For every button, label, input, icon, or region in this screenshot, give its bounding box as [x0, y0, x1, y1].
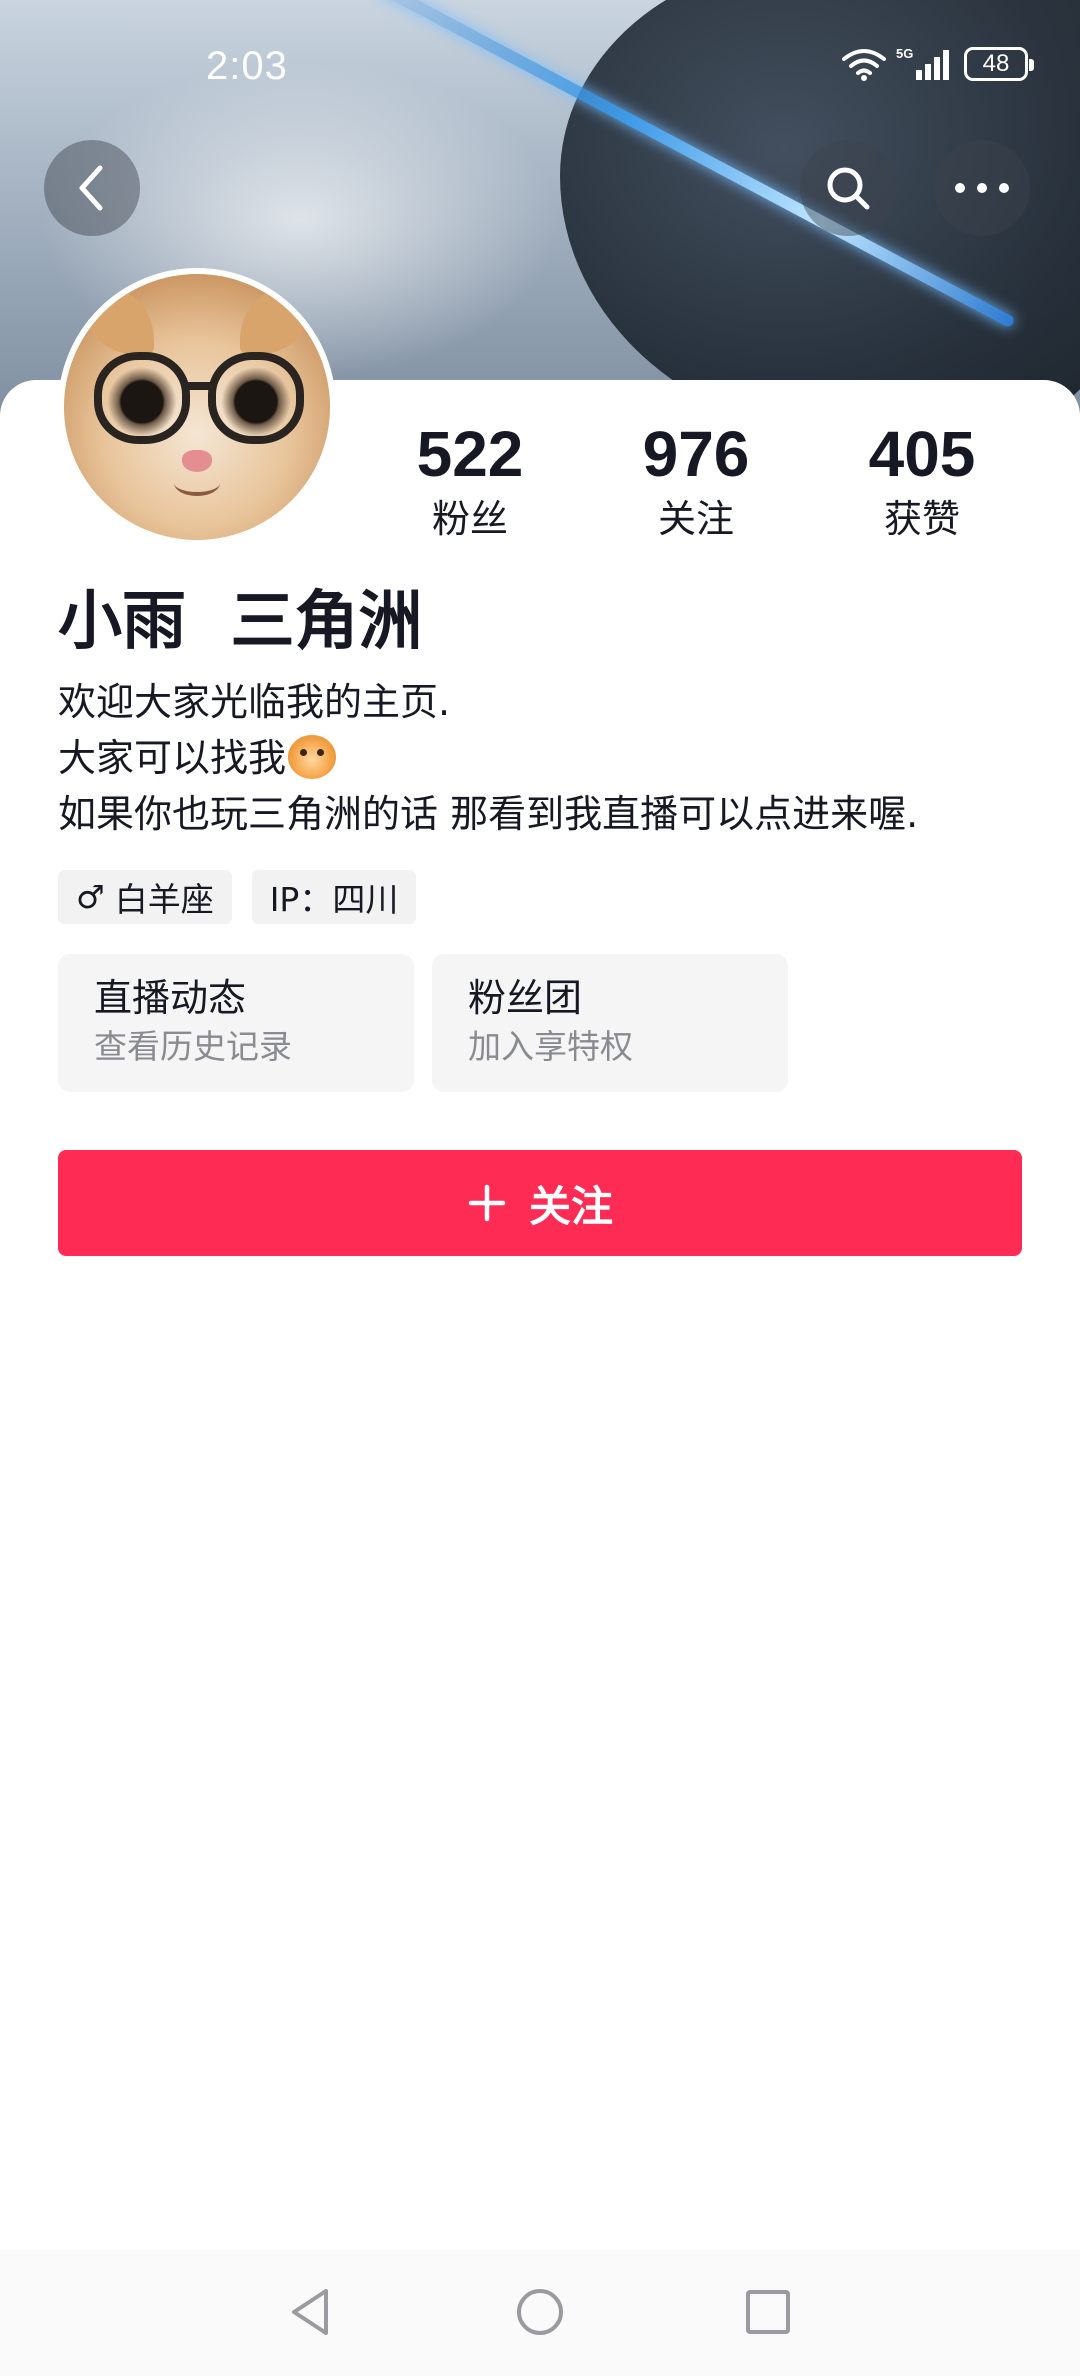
bio-text: 大家可以找我	[58, 736, 287, 780]
male-icon: ♂	[76, 878, 105, 916]
stat-value: 976	[642, 418, 750, 490]
entry-subtitle: 加入享特权	[468, 1027, 633, 1066]
stat-label: 获赞	[883, 497, 960, 541]
entry-subtitle: 查看历史记录	[94, 1027, 292, 1066]
tag-ip-location: IP：四川	[251, 870, 417, 924]
nav-home-button[interactable]	[500, 2272, 580, 2352]
status-icons: 5G 48	[842, 46, 1034, 82]
stat-label: 关注	[657, 497, 734, 541]
nav-back-button[interactable]	[270, 2272, 350, 2352]
cat-nose	[182, 450, 212, 472]
battery-level: 48	[982, 50, 1010, 77]
tag-text: IP：四川	[269, 880, 399, 919]
search-icon	[827, 167, 870, 210]
stat-following[interactable]: 976 关注	[596, 414, 796, 544]
avatar[interactable]	[58, 268, 336, 546]
stat-value: 522	[416, 418, 524, 490]
profile-card: 522 粉丝 976 关注 405 获赞 小雨 三角洲 欢迎大家光临我的主页. …	[0, 380, 1080, 2376]
follow-button[interactable]: 关注	[58, 1150, 1022, 1256]
system-nav-bar	[0, 2250, 1080, 2376]
plus-icon	[468, 1184, 506, 1222]
search-button[interactable]	[800, 140, 896, 236]
fan-club-entry[interactable]: 粉丝团 加入享特权	[432, 954, 788, 1092]
bio-line: 大家可以找我	[58, 730, 918, 786]
profile-stats: 522 粉丝 976 关注 405 获赞	[370, 414, 1050, 564]
bio-text: 欢迎大家光临我的主页.	[58, 680, 451, 724]
cat-ear	[84, 284, 154, 354]
chevron-left-icon	[79, 165, 103, 211]
tag-text: 白羊座	[114, 880, 214, 919]
stat-likes[interactable]: 405 获赞	[822, 414, 1022, 544]
stat-value: 405	[868, 418, 976, 490]
more-horizontal-icon	[955, 183, 1009, 193]
cat-ear	[240, 284, 310, 354]
cellular-signal-icon: 5G	[896, 46, 949, 80]
bio-line: 欢迎大家光临我的主页.	[58, 674, 918, 730]
live-history-entry[interactable]: 直播动态 查看历史记录	[58, 954, 414, 1092]
status-time: 2:03	[206, 44, 288, 88]
stat-label: 粉丝	[431, 497, 508, 541]
battery-icon: 48	[964, 47, 1034, 81]
bio-line: 如果你也玩三角洲的话 那看到我直播可以点进来喔.	[58, 786, 918, 842]
back-button[interactable]	[44, 140, 140, 236]
glasses-bridge	[186, 382, 210, 390]
entry-title: 粉丝团	[468, 976, 583, 1020]
profile-nickname: 小雨 三角洲	[58, 585, 423, 659]
nav-recents-button[interactable]	[728, 2272, 808, 2352]
status-bar: 2:03 5G 48	[0, 0, 1080, 120]
profile-bio: 欢迎大家光临我的主页. 大家可以找我 如果你也玩三角洲的话 那看到我直播可以点进…	[58, 674, 918, 842]
tiger-emoji-icon	[288, 735, 337, 779]
profile-tags: ♂ 白羊座 IP：四川	[58, 870, 417, 924]
entry-title: 直播动态	[94, 976, 247, 1020]
glasses-left	[94, 352, 190, 444]
nav-recents-icon	[746, 2290, 790, 2334]
svg-text:5G: 5G	[896, 46, 913, 61]
bio-text: 如果你也玩三角洲的话 那看到我直播可以点进来喔.	[58, 792, 919, 836]
profile-page: 2:03 5G 48 522 粉丝 976 关注 405 获赞 小雨 三角洲 欢…	[0, 0, 1080, 2376]
nav-home-icon	[517, 2289, 563, 2335]
glasses-right	[208, 352, 304, 444]
profile-entries: 直播动态 查看历史记录 粉丝团 加入享特权	[58, 954, 788, 1092]
cat-mouth	[174, 470, 220, 496]
wifi-icon	[842, 49, 886, 81]
stat-followers[interactable]: 522 粉丝	[370, 414, 570, 544]
tag-zodiac: ♂ 白羊座	[58, 870, 232, 924]
nav-back-icon	[292, 2289, 328, 2335]
more-button[interactable]	[934, 140, 1030, 236]
follow-button-label: 关注	[528, 1181, 613, 1231]
